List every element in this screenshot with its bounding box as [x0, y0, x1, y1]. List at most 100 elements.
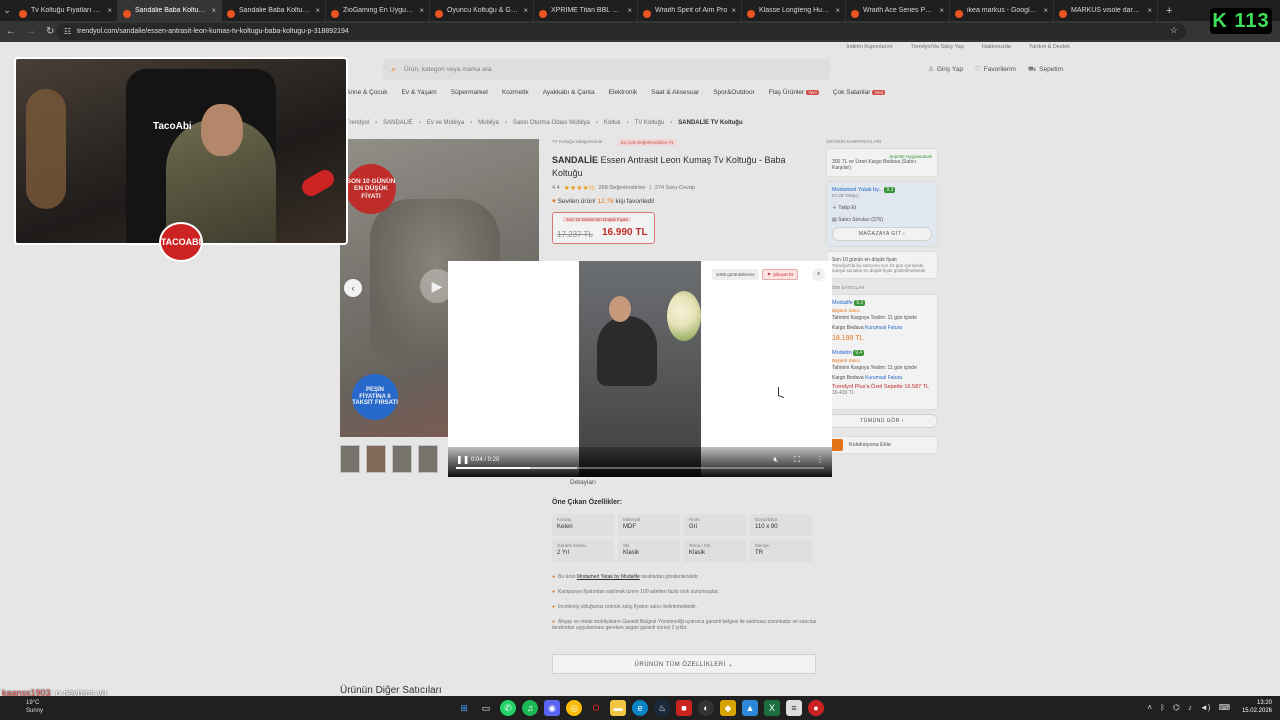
tab-search-icon[interactable]: ⌄ [0, 5, 14, 16]
start-icon[interactable]: ⊞ [456, 700, 472, 716]
tab-title: Sandalie Baba Koltuğu TV [135, 7, 207, 14]
new-tab-button[interactable]: + [1166, 5, 1172, 17]
language-icon[interactable]: ⌨ [1218, 703, 1230, 712]
excel-icon[interactable]: X [764, 700, 780, 716]
tab-close-icon[interactable]: × [731, 6, 736, 15]
app-yellow-icon[interactable]: ◆ [720, 700, 736, 716]
tab-title: Sandalie Baba Koltuğu TV [239, 7, 311, 14]
close-modal-icon[interactable]: × [812, 268, 825, 281]
streamer-face [201, 104, 243, 156]
tab-close-icon[interactable]: × [835, 6, 840, 15]
browser-toolbar: ← → ↻ ☷ trendyol.com/sandalie/essen-antr… [0, 21, 1280, 42]
stream-logo: TACOABI [159, 222, 203, 262]
video-progress-track[interactable] [456, 467, 824, 469]
tab-favicon-icon [227, 9, 235, 18]
back-icon[interactable]: ← [6, 26, 16, 37]
tab-favicon-icon [643, 9, 651, 18]
streamer-name: TacoAbi [153, 121, 192, 132]
tab-title: Tv Koltuğu Fiyatları & Bab [31, 7, 103, 14]
weather-desc: Sunny [26, 708, 44, 714]
video-control-icons: 🔇︎ ⛶ ⋮ [773, 455, 824, 465]
bluetooth-icon[interactable]: ᛒ [1160, 703, 1165, 712]
report-label: Şikayet Et [773, 272, 794, 277]
forward-icon[interactable]: → [26, 26, 36, 37]
reload-icon[interactable]: ↻ [46, 26, 54, 37]
chrome-icon[interactable]: ◎ [566, 700, 582, 716]
steam-icon[interactable]: ♨ [654, 700, 670, 716]
browser-tab[interactable]: XPRIME Titan BBL Edition × [534, 0, 638, 21]
opera-icon[interactable]: O [588, 700, 604, 716]
video-frame[interactable] [579, 261, 701, 477]
video-time: 0:04 / 0:20 [471, 457, 500, 463]
browser-tab[interactable]: Klasse Longteng Huoyun × [742, 0, 846, 21]
browser-tab[interactable]: Sandalie Baba Koltuğu TV × [118, 0, 222, 21]
browser-tab[interactable]: ZioGaming En Uygun Oy × [326, 0, 430, 21]
browser-tab[interactable]: Wraith Spirit of Aim Pro × [638, 0, 742, 21]
tab-favicon-icon [123, 9, 131, 18]
browser-tab[interactable]: Oyuncu Koltuğu & Game × [430, 0, 534, 21]
url-text: trendyol.com/sandalie/essen-antrasit-leo… [77, 28, 349, 35]
tab-close-icon[interactable]: × [1147, 6, 1152, 15]
app-lightblue-icon[interactable]: ▲ [742, 700, 758, 716]
tab-title: ikea markus - Google'da A [967, 7, 1039, 14]
clock-date: 15.02.2026 [1241, 708, 1272, 714]
tab-close-icon[interactable]: × [1043, 6, 1048, 15]
video-modal: 3408 görüntülenme ⚑ Şikayet Et × ❚❚ 0:04 … [448, 261, 832, 477]
browser-tab[interactable]: Wraith Ace Series Porsch × [846, 0, 950, 21]
tab-close-icon[interactable]: × [211, 6, 216, 15]
volume-icon[interactable]: ◄) [1200, 703, 1211, 712]
tab-close-icon[interactable]: × [939, 6, 944, 15]
more-options-icon[interactable]: ⋮ [816, 455, 824, 465]
mute-icon[interactable]: 🔇︎ [773, 455, 778, 465]
spotify-icon[interactable]: ♫ [522, 700, 538, 716]
tab-close-icon[interactable]: × [107, 6, 112, 15]
tab-title: Oyuncu Koltuğu & Game [447, 7, 520, 14]
tab-title: ZioGaming En Uygun Oy [343, 7, 416, 14]
bookmark-star-icon[interactable]: ☆ [1170, 25, 1178, 36]
system-tray: ˄ ᛒ ⌬ ♪ ◄) ⌨ [1147, 703, 1230, 712]
mic-icon[interactable]: ♪ [1188, 703, 1192, 712]
tab-favicon-icon [331, 9, 339, 18]
tab-favicon-icon [955, 9, 963, 18]
microphone [298, 166, 338, 200]
tab-favicon-icon [747, 9, 755, 18]
fullscreen-icon[interactable]: ⛶ [794, 455, 800, 465]
taskbar-apps: ⊞ ▭ ✆ ♫ ◉ ◎ O ▬ e ♨ ■ ◐ ◆ ▲ X ≡ ● [456, 700, 824, 716]
browser-tab[interactable]: Tv Koltuğu Fiyatları & Bab × [14, 0, 118, 21]
tab-close-icon[interactable]: × [627, 6, 632, 15]
folder-icon[interactable]: ▬ [610, 700, 626, 716]
webcam-overlay: TacoAbi [14, 57, 348, 245]
whatsapp-icon[interactable]: ✆ [500, 700, 516, 716]
video-person [597, 316, 657, 386]
tab-title: Wraith Spirit of Aim Pro [655, 7, 728, 14]
tray-chevron-icon[interactable]: ˄ [1147, 703, 1152, 712]
task-view-icon[interactable]: ▭ [478, 700, 494, 716]
network-icon[interactable]: ⌬ [1173, 703, 1180, 712]
stream-counter: K 113 [1210, 8, 1272, 34]
site-info-icon[interactable]: ☷ [64, 27, 71, 36]
video-flowers [667, 291, 701, 341]
browser-tab[interactable]: MARKUS visole dark grey × [1054, 0, 1158, 21]
clock-time: 13:20 [1256, 700, 1272, 706]
report-button[interactable]: ⚑ Şikayet Et [762, 269, 799, 280]
edge-icon[interactable]: e [632, 700, 648, 716]
notepad-icon[interactable]: ≡ [786, 700, 802, 716]
view-count: 3408 görüntülenme [712, 269, 759, 280]
obs-icon[interactable]: ◐ [698, 700, 714, 716]
video-progress-fill [456, 467, 530, 469]
address-bar[interactable]: ☷ trendyol.com/sandalie/essen-antrasit-l… [56, 23, 1186, 40]
browser-tab[interactable]: Sandalie Baba Koltuğu TV × [222, 0, 326, 21]
app-redcircle-icon[interactable]: ● [808, 700, 824, 716]
tab-favicon-icon [435, 9, 443, 18]
weather-widget[interactable]: 19°C Sunny [26, 699, 43, 715]
discord-icon[interactable]: ◉ [544, 700, 560, 716]
taskbar-clock[interactable]: 13:20 15.02.2026 [1242, 699, 1272, 715]
browser-tab[interactable]: ikea markus - Google'da A × [950, 0, 1054, 21]
app-red-icon[interactable]: ■ [676, 700, 692, 716]
pause-icon[interactable]: ❚❚ [456, 455, 469, 464]
mouse-cursor [778, 386, 784, 399]
tab-close-icon[interactable]: × [315, 6, 320, 15]
tab-title: Wraith Ace Series Porsch [863, 7, 936, 14]
tab-close-icon[interactable]: × [523, 6, 528, 15]
tab-close-icon[interactable]: × [419, 6, 424, 15]
